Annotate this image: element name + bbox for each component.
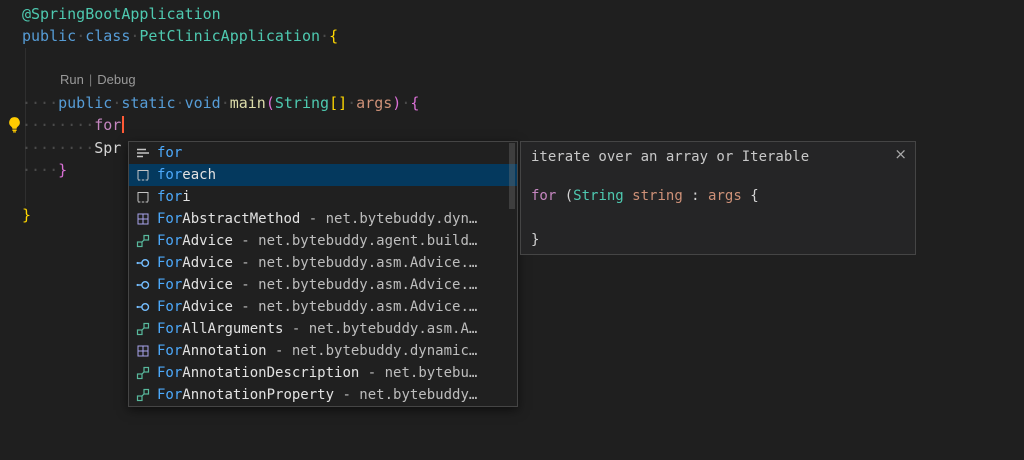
suggest-item-label: ForAdvice: [157, 299, 233, 315]
codelens: Run | Debug: [60, 72, 136, 87]
suggest-item-label: fori: [157, 189, 191, 205]
docs-code-line: for (String string : args {: [531, 188, 759, 204]
suggest-item-label: ForAllArguments: [157, 321, 283, 337]
code-line-class-declaration[interactable]: public·class·PetClinicApplication·{: [22, 26, 338, 46]
suggest-item[interactable]: ForAdvice - net.bytebuddy.asm.Advice.…: [129, 296, 517, 318]
snippet-icon: [135, 167, 151, 183]
suggest-item-label: ForAnnotationProperty: [157, 387, 334, 403]
lightbulb-icon[interactable]: [6, 116, 23, 133]
suggest-item[interactable]: ForAdvice - net.bytebuddy.asm.Advice.…: [129, 274, 517, 296]
suggest-item[interactable]: fori: [129, 186, 517, 208]
suggest-item[interactable]: foreach: [129, 164, 517, 186]
suggest-item-label: for: [157, 145, 182, 161]
suggest-widget: for foreach fori ForAbstractMethod - net.by…: [128, 141, 518, 407]
interface-icon: [135, 255, 151, 271]
suggest-item[interactable]: ForAdvice - net.bytebuddy.asm.Advice.…: [129, 252, 517, 274]
suggest-item-detail: - net.bytebuddy.asm.Advice.…: [233, 255, 477, 271]
suggest-scrollbar[interactable]: [507, 142, 517, 406]
suggest-item[interactable]: for: [129, 142, 517, 164]
structure-icon: [135, 343, 151, 359]
code-line-main-declaration[interactable]: ····public·static·void·main(String[]·arg…: [22, 93, 419, 113]
docs-code-line: }: [531, 232, 539, 248]
code-line-spr-typed[interactable]: ········Spr: [22, 138, 121, 158]
suggest-item[interactable]: ForAnnotation - net.bytebuddy.dynamic…: [129, 340, 517, 362]
code-line-for-typed[interactable]: ········for: [22, 115, 124, 135]
code-editor: @SpringBootApplication public·class·PetC…: [0, 0, 1024, 460]
code-line-annotation[interactable]: @SpringBootApplication: [22, 4, 221, 24]
suggest-item-detail: - net.bytebuddy.dyn…: [300, 211, 477, 227]
suggest-item-detail: - net.bytebuddy.agent.build…: [233, 233, 477, 249]
docs-summary-text: iterate over an array or Iterable: [531, 149, 809, 165]
codelens-separator: |: [89, 72, 92, 87]
suggest-item-label: foreach: [157, 167, 216, 183]
suggest-item-detail: - net.bytebuddy.asm.Advice.…: [233, 277, 477, 293]
suggest-item[interactable]: ForAllArguments - net.bytebuddy.asm.A…: [129, 318, 517, 340]
suggest-item[interactable]: ForAbstractMethod - net.bytebuddy.dyn…: [129, 208, 517, 230]
suggest-item-label: ForAnnotation: [157, 343, 267, 359]
suggest-item-label: ForAdvice: [157, 277, 233, 293]
interface-icon: [135, 299, 151, 315]
suggest-docs-panel: iterate over an array or Iterable × for …: [520, 141, 916, 255]
suggest-item-detail: - net.bytebuddy…: [334, 387, 477, 403]
suggest-item-detail: - net.bytebu…: [359, 365, 477, 381]
code-line-close-main[interactable]: ····}: [22, 160, 67, 180]
class-icon: [135, 365, 151, 381]
close-icon[interactable]: ×: [894, 145, 907, 163]
suggest-scrollbar-thumb[interactable]: [509, 143, 515, 209]
suggest-item-label: ForAdvice: [157, 233, 233, 249]
codelens-debug-link[interactable]: Debug: [97, 72, 135, 87]
suggest-item[interactable]: ForAnnotationProperty - net.bytebuddy…: [129, 384, 517, 406]
suggest-item-detail: - net.bytebuddy.dynamic…: [267, 343, 478, 359]
class-icon: [135, 233, 151, 249]
snippet-icon: [135, 189, 151, 205]
suggest-item[interactable]: ForAnnotationDescription - net.bytebu…: [129, 362, 517, 384]
suggest-item[interactable]: ForAdvice - net.bytebuddy.agent.build…: [129, 230, 517, 252]
keyword-icon: [135, 145, 151, 161]
suggest-item-detail: - net.bytebuddy.asm.Advice.…: [233, 299, 477, 315]
suggest-item-label: ForAnnotationDescription: [157, 365, 359, 381]
interface-icon: [135, 277, 151, 293]
suggest-item-detail: - net.bytebuddy.asm.A…: [283, 321, 477, 337]
suggest-item-label: ForAdvice: [157, 255, 233, 271]
codelens-run-link[interactable]: Run: [60, 72, 84, 87]
class-icon: [135, 387, 151, 403]
class-icon: [135, 321, 151, 337]
structure-icon: [135, 211, 151, 227]
suggest-list: for foreach fori ForAbstractMethod - net.by…: [129, 142, 517, 406]
suggest-item-label: ForAbstractMethod: [157, 211, 300, 227]
code-line-close-class[interactable]: }: [22, 205, 31, 225]
